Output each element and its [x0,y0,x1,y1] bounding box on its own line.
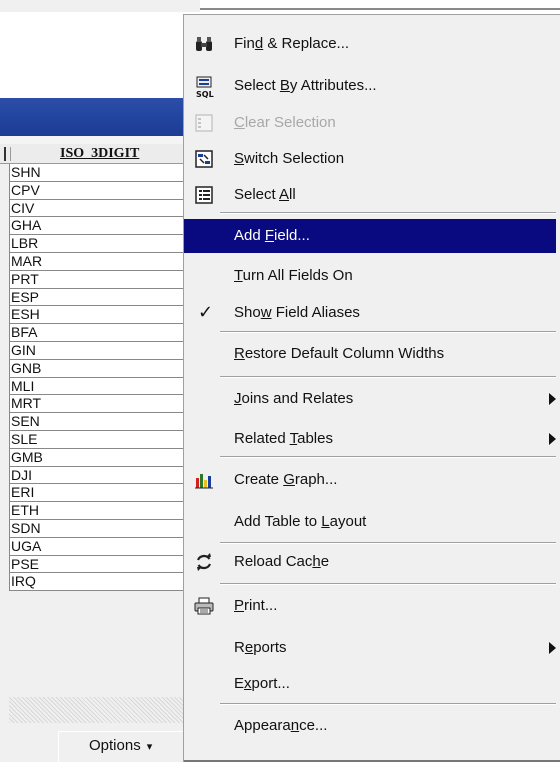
reload-icon [194,552,214,572]
menu-item-label: Related Tables [234,430,333,447]
menu-item-label: Print... [234,597,278,614]
table-row[interactable]: MRT [9,395,200,414]
menu-separator [220,703,556,705]
menu-item-switch-selection[interactable]: Switch Selection [184,142,556,176]
graph-icon [194,470,214,490]
menu-item-label: Export... [234,675,290,692]
menu-item-joins-and-relates[interactable]: Joins and Relates [184,382,556,416]
menu-item-label: Turn All Fields On [234,267,353,284]
menu-item-reload-cache[interactable]: Reload Cache [184,545,556,579]
table-title-bar[interactable] [0,98,200,136]
table-row[interactable]: CIV [9,199,200,218]
menu-item-label: Select By Attributes... [234,77,377,94]
table-options-menu: Find & Replace... SQL Select By Attribut… [183,14,560,762]
menu-item-label: Show Field Aliases [234,304,360,321]
table-row[interactable]: PRT [9,270,200,289]
submenu-arrow-icon [549,433,556,445]
table-row[interactable]: SLE [9,430,200,449]
table-row[interactable]: IRQ [9,573,200,592]
options-button[interactable]: Options ▾ [58,731,196,762]
sql-icon: SQL [194,76,214,99]
table-toolbar-gap [0,136,200,144]
menu-item-restore-column-widths[interactable]: Restore Default Column Widths [184,337,556,371]
menu-item-create-graph[interactable]: Create Graph... [184,463,556,497]
printer-icon [194,596,214,616]
clear-selection-icon [194,113,214,133]
options-button-label: Options [89,737,141,754]
table-row[interactable]: GHA [9,217,200,236]
table-empty-area [9,697,200,723]
menu-item-find-replace[interactable]: Find & Replace... [184,27,556,61]
table-row[interactable]: MLI [9,377,200,396]
binoculars-icon [194,34,214,54]
menu-item-label: Joins and Relates [234,390,354,407]
menu-item-related-tables[interactable]: Related Tables [184,422,556,456]
table-row[interactable]: SDN [9,519,200,538]
menu-item-reports[interactable]: Reports [184,631,556,665]
menu-item-label: Switch Selection [234,150,345,167]
menu-item-add-field[interactable]: Add Field... [184,219,556,253]
menu-item-turn-all-fields-on[interactable]: Turn All Fields On [184,259,556,293]
menu-separator [220,212,556,214]
table-row[interactable]: LBR [9,235,200,253]
table-row[interactable]: SHN [9,164,200,182]
table-rows: SHN CPV CIV GHA LBR MAR PRT ESP ESH BFA GIN GNB MLI M… [0,164,200,592]
menu-item-label: Reload Cache [234,553,330,570]
menu-separator [220,376,556,378]
menu-item-label: Restore Default Column Widths [234,345,445,362]
menu-separator [220,542,556,544]
menu-item-select-all[interactable]: Select All [184,178,556,212]
menu-item-clear-selection[interactable]: Clear Selection [184,106,556,140]
table-row[interactable]: ESH [9,306,200,325]
table-row[interactable]: ERI [9,484,200,503]
submenu-arrow-icon [549,642,556,654]
table-row[interactable]: DJI [9,466,200,485]
select-all-icon [194,185,214,205]
table-row[interactable]: ETH [9,502,200,520]
menu-item-label: Add Field... [234,227,310,244]
menu-item-label: Add Table to Layout [234,513,367,530]
table-window-area [0,12,200,98]
column-header-label: ISO_3DIGIT [60,146,140,161]
table-row[interactable]: ESP [9,288,200,307]
table-row[interactable]: GNB [9,359,200,378]
menu-item-label: Reports [234,639,287,656]
menu-item-label: Create Graph... [234,471,338,488]
menu-item-label: Clear Selection [234,114,336,131]
menu-item-appearance[interactable]: Appearance... [184,709,556,743]
svg-text:SQL: SQL [196,90,214,98]
menu-item-print[interactable]: Print... [184,589,556,623]
table-row[interactable]: GIN [9,341,200,360]
submenu-arrow-icon [549,393,556,405]
menu-item-select-by-attributes[interactable]: SQL Select By Attributes... [184,69,556,103]
table-row[interactable]: SEN [9,413,200,431]
menu-item-add-table-to-layout[interactable]: Add Table to Layout [184,505,556,539]
attribute-table-window: ISO_3DIGIT SHN CPV CIV GHA LBR MAR PRT ESP ESH BF… [0,0,200,762]
menu-item-label: Appearance... [234,717,328,734]
menu-item-label: Select All [234,186,296,203]
table-row[interactable]: UGA [9,537,200,556]
checkmark-icon: ✓ [198,302,214,322]
table-row[interactable]: MAR [9,252,200,271]
menu-item-label: Find & Replace... [234,35,350,52]
table-row[interactable]: CPV [9,181,200,200]
menu-separator [220,331,556,333]
table-row[interactable]: GMB [9,448,200,467]
switch-selection-icon [194,149,214,169]
menu-item-show-field-aliases[interactable]: ✓ Show Field Aliases [184,296,556,330]
table-row[interactable]: BFA [9,324,200,342]
menu-separator [220,583,556,585]
table-row[interactable]: PSE [9,555,200,574]
menu-separator [220,456,556,458]
menu-item-export[interactable]: Export... [184,667,556,701]
column-header-iso3digit[interactable]: ISO_3DIGIT [0,144,200,164]
row-selector-header [4,147,11,161]
dropdown-arrow-icon: ▾ [146,741,153,753]
